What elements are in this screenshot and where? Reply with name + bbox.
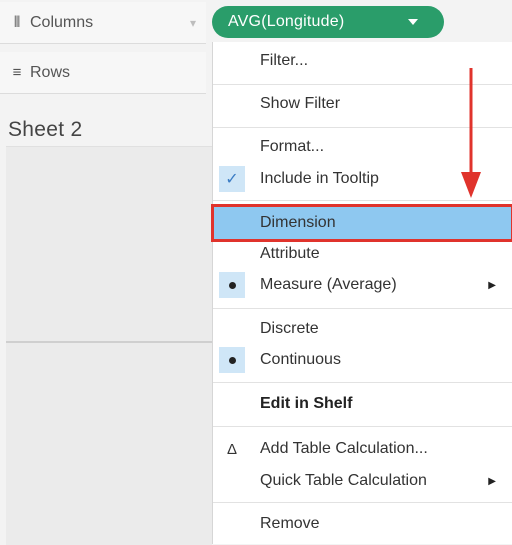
menu-item-label: Remove [260, 515, 320, 532]
menu-item-label: Include in Tooltip [260, 170, 379, 187]
menu-item-label: Discrete [260, 320, 319, 337]
menu-item-add-table-calculation[interactable]: Δ Add Table Calculation... [213, 434, 512, 464]
menu-item-attribute[interactable]: Attribute [213, 239, 512, 269]
menu-separator [213, 382, 512, 383]
menu-separator [213, 502, 512, 503]
menu-item-remove[interactable]: Remove [213, 509, 512, 539]
columns-icon: ⦀ [13, 14, 21, 31]
avg-longitude-pill[interactable]: AVG(Longitude) [212, 6, 444, 38]
radio-dot-icon [219, 272, 245, 298]
sheet-canvas[interactable] [6, 146, 212, 545]
menu-item-measure[interactable]: Measure (Average) ▶ [213, 270, 512, 300]
checkmark-icon: ✓ [219, 166, 245, 192]
delta-icon: Δ [226, 440, 238, 458]
menu-item-label: Add Table Calculation... [260, 440, 428, 457]
menu-separator [213, 308, 512, 309]
menu-item-dimension[interactable]: Dimension [211, 204, 512, 242]
pill-label: AVG(Longitude) [228, 13, 345, 30]
menu-item-label: Measure (Average) [260, 276, 397, 293]
columns-caret-icon[interactable]: ▾ [190, 16, 196, 30]
columns-shelf[interactable]: ⦀ Columns ▾ [0, 2, 206, 44]
menu-item-label: Attribute [260, 245, 320, 262]
menu-separator [213, 426, 512, 427]
menu-item-label: Format... [260, 138, 325, 155]
menu-item-continuous[interactable]: Continuous [213, 345, 512, 375]
menu-item-label: Quick Table Calculation [260, 472, 427, 489]
menu-item-discrete[interactable]: Discrete [213, 314, 512, 344]
submenu-arrow-icon: ▶ [488, 279, 496, 291]
rows-icon: ≡ [12, 64, 22, 81]
menu-item-label: Filter... [260, 52, 309, 69]
menu-item-quick-table-calculation[interactable]: Quick Table Calculation ▶ [213, 466, 512, 496]
menu-item-label: Show Filter [260, 95, 341, 112]
menu-item-edit-in-shelf[interactable]: Edit in Shelf [213, 389, 512, 419]
menu-item-label: Dimension [260, 214, 336, 231]
menu-item-label: Continuous [260, 351, 341, 368]
sheet-divider [6, 341, 212, 343]
columns-shelf-label: Columns [30, 13, 94, 31]
radio-dot-icon [219, 347, 245, 373]
rows-shelf[interactable]: ≡ Rows [0, 52, 206, 94]
annotation-arrow-icon [461, 68, 481, 198]
menu-item-label: Edit in Shelf [260, 395, 353, 412]
pill-dropdown-icon[interactable] [408, 19, 418, 25]
rows-shelf-label: Rows [30, 63, 71, 81]
sheet-title: Sheet 2 [8, 118, 83, 141]
submenu-arrow-icon: ▶ [488, 475, 496, 487]
